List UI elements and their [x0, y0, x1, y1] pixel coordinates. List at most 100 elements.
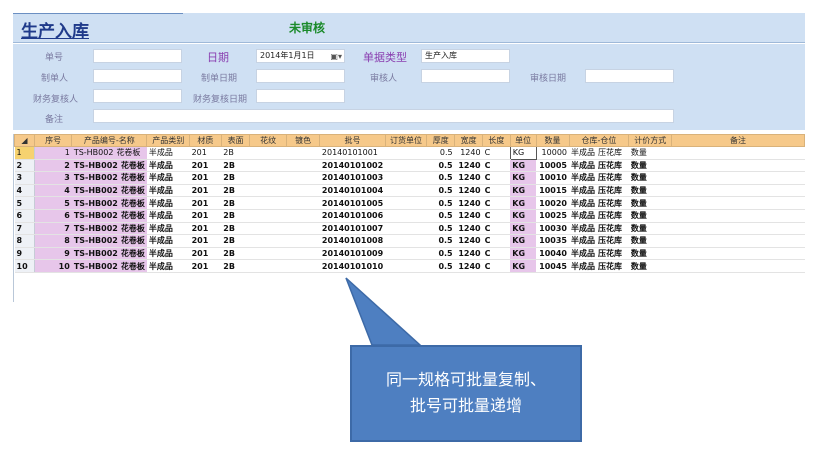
col-header[interactable]: 单位	[509, 134, 537, 147]
cell-category[interactable]: 半成品	[146, 196, 190, 210]
row-number[interactable]: 7	[14, 222, 35, 236]
table-row[interactable]: 3 3 TS-HB002 花卷板 半成品 201 2B 20140101003 0.5 1240 C…	[14, 171, 805, 185]
row-number[interactable]: 3	[14, 171, 35, 185]
cell-pattern[interactable]	[249, 171, 287, 185]
cell-note[interactable]	[671, 171, 805, 185]
cell-customer[interactable]	[385, 209, 427, 223]
cell-pattern[interactable]	[249, 209, 287, 223]
cell-length[interactable]: C	[482, 247, 511, 261]
cell-unit[interactable]: KG	[510, 234, 537, 248]
cell-thickness[interactable]: 0.5	[426, 259, 455, 273]
cell-width[interactable]: 1240	[454, 184, 483, 198]
bill-type-field[interactable]: 生产入库	[421, 49, 510, 63]
cell-note[interactable]	[671, 196, 805, 210]
col-header[interactable]: 表面	[220, 134, 251, 147]
cell-seq[interactable]: 8	[34, 234, 72, 248]
table-row[interactable]: 5 5 TS-HB002 花卷板 半成品 201 2B 20140101005 0.5 1240 C…	[14, 196, 805, 210]
cell-thickness[interactable]: 0.5	[426, 184, 455, 198]
cell-seq[interactable]: 6	[34, 209, 72, 223]
cell-note[interactable]	[671, 146, 805, 160]
cell-surface[interactable]: 2B	[221, 171, 250, 185]
cell-seq[interactable]: 4	[34, 184, 72, 198]
cell-length[interactable]: C	[482, 159, 511, 173]
cell-product[interactable]: TS-HB002 花卷板	[71, 209, 147, 223]
cell-customer[interactable]	[385, 247, 427, 261]
cell-length[interactable]: C	[482, 222, 511, 236]
cell-batch[interactable]: 20140101003	[319, 171, 386, 185]
cell-material[interactable]: 201	[189, 247, 222, 261]
row-number[interactable]: 5	[14, 196, 35, 210]
cell-width[interactable]: 1240	[454, 222, 483, 236]
cell-product[interactable]: TS-HB002 花卷板	[71, 247, 147, 261]
row-number[interactable]: 10	[14, 259, 35, 273]
cell-thickness[interactable]: 0.5	[426, 247, 455, 261]
cell-quantity[interactable]: 10015	[536, 184, 569, 198]
fin-reviewer-field[interactable]	[93, 89, 182, 103]
col-header[interactable]: 计价方式	[628, 134, 673, 147]
row-number[interactable]: 8	[14, 234, 35, 248]
cell-pattern[interactable]	[249, 234, 287, 248]
cell-pricing[interactable]: 数量	[628, 184, 672, 198]
cell-surface[interactable]: 2B	[221, 146, 250, 160]
cell-pricing[interactable]: 数量	[628, 171, 672, 185]
cell-note[interactable]	[671, 247, 805, 261]
cell-material[interactable]: 201	[189, 184, 222, 198]
cell-batch[interactable]: 20140101007	[319, 222, 386, 236]
cell-pricing[interactable]: 数量	[628, 222, 672, 236]
cell-product[interactable]: TS-HB002 花卷板	[71, 196, 147, 210]
cell-pattern[interactable]	[249, 247, 287, 261]
cell-customer[interactable]	[385, 146, 427, 160]
bill-no-field[interactable]	[93, 49, 182, 63]
col-header[interactable]: 产品编号-名称	[71, 134, 148, 147]
col-header[interactable]: 备注	[671, 134, 805, 147]
cell-product[interactable]: TS-HB002 花卷板	[71, 159, 147, 173]
cell-quantity[interactable]: 10040	[536, 247, 569, 261]
cell-note[interactable]	[671, 184, 805, 198]
cell-pricing[interactable]: 数量	[628, 234, 672, 248]
cell-customer[interactable]	[385, 222, 427, 236]
cell-material[interactable]: 201	[189, 222, 222, 236]
col-header[interactable]: 产品类别	[146, 134, 191, 147]
cell-note[interactable]	[671, 159, 805, 173]
cell-batch[interactable]: 20140101001	[319, 146, 386, 160]
cell-product[interactable]: TS-HB002 花卷板	[71, 234, 147, 248]
cell-pricing[interactable]: 数量	[628, 209, 672, 223]
cell-unit[interactable]: KG	[510, 196, 537, 210]
cell-material[interactable]: 201	[189, 259, 222, 273]
cell-thickness[interactable]: 0.5	[426, 171, 455, 185]
cell-pricing[interactable]: 数量	[628, 259, 672, 273]
cell-pricing[interactable]: 数量	[628, 247, 672, 261]
col-header[interactable]: 花纹	[249, 134, 287, 147]
cell-length[interactable]: C	[482, 234, 511, 248]
cell-material[interactable]: 201	[189, 146, 222, 160]
cell-material[interactable]: 201	[189, 171, 222, 185]
cell-width[interactable]: 1240	[454, 146, 483, 160]
col-header[interactable]: 材质	[189, 134, 222, 147]
cell-category[interactable]: 半成品	[146, 259, 190, 273]
cell-customer[interactable]	[385, 184, 427, 198]
table-row[interactable]: 9 9 TS-HB002 花卷板 半成品 201 2B 20140101009 0.5 1240 C…	[14, 247, 805, 261]
cell-unit[interactable]: KG	[510, 222, 537, 236]
cell-unit[interactable]: KG	[509, 146, 537, 160]
cell-length[interactable]: C	[482, 171, 511, 185]
cell-width[interactable]: 1240	[454, 196, 483, 210]
cell-note[interactable]	[671, 209, 805, 223]
cell-note[interactable]	[671, 222, 805, 236]
cell-plating[interactable]	[286, 234, 320, 248]
cell-category[interactable]: 半成品	[146, 247, 190, 261]
col-header[interactable]: 批号	[319, 134, 386, 147]
cell-warehouse[interactable]: 半成品 压花库	[569, 222, 629, 236]
cell-product[interactable]: TS-HB002 花卷板	[71, 184, 147, 198]
cell-width[interactable]: 1240	[454, 234, 483, 248]
table-row[interactable]: 10 10 TS-HB002 花卷板 半成品 201 2B 20140101010 0.5 124…	[14, 259, 805, 273]
cell-unit[interactable]: KG	[510, 184, 537, 198]
cell-customer[interactable]	[385, 159, 427, 173]
cell-seq[interactable]: 2	[34, 159, 72, 173]
cell-pattern[interactable]	[249, 159, 287, 173]
calendar-dropdown-icon[interactable]: ▣▾	[330, 51, 342, 63]
cell-unit[interactable]: KG	[510, 171, 537, 185]
cell-plating[interactable]	[286, 171, 320, 185]
cell-product[interactable]: TS-HB002 花卷板	[71, 171, 147, 185]
cell-unit[interactable]: KG	[510, 247, 537, 261]
cell-thickness[interactable]: 0.5	[426, 222, 455, 236]
